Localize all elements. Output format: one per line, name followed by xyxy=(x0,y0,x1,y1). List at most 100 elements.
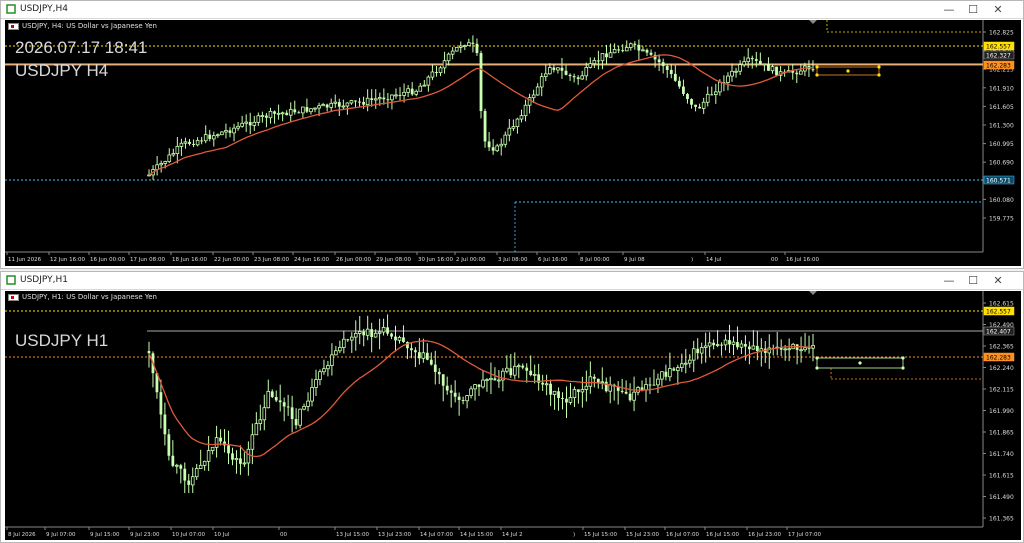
candle-body-bull xyxy=(288,108,293,116)
candle-body-bear xyxy=(648,384,652,386)
candle-body-bear xyxy=(807,347,811,349)
candle-body-bear xyxy=(509,368,513,376)
candle-body-bull xyxy=(397,337,402,341)
candle-body-bull xyxy=(580,389,585,393)
candle-body-bull xyxy=(258,419,263,424)
datetime-overlay: 2026.07.17 18:41 xyxy=(15,38,148,57)
candle-body-bull xyxy=(803,347,807,351)
candle-body-bear xyxy=(633,43,637,45)
candle-body-bull xyxy=(313,107,317,110)
bottom-chart-area[interactable]: 162.615 162.490 162.365 162.240 162.115 161.9… xyxy=(5,291,1021,540)
bottom-window-titlebar[interactable]: USDJPY,H1 — ☐ ✕ xyxy=(1,272,1023,290)
price-tick-label: 161.865 xyxy=(989,430,1014,437)
candle-body-bull xyxy=(301,106,305,114)
price-tick-label: 161.605 xyxy=(989,104,1014,111)
candle-body-bull xyxy=(183,141,188,144)
candle-body-bear xyxy=(652,384,656,386)
minimize-button[interactable]: — xyxy=(937,273,961,288)
candle-body-bear xyxy=(285,112,289,116)
candle-body-bull xyxy=(641,49,645,52)
candle-body-bear xyxy=(219,437,222,442)
candle-body-bear xyxy=(228,130,232,133)
time-tick-label: 15 Jul 23:00 xyxy=(626,532,659,538)
candle-body-bull xyxy=(224,130,228,133)
candle-body-bull xyxy=(469,388,473,397)
candle-body-bear xyxy=(736,342,739,348)
candle-body-bear xyxy=(811,69,815,71)
candle-body-bull xyxy=(349,336,354,341)
candle-body-bear xyxy=(557,391,560,398)
top-chart-window[interactable]: USDJPY,H4 — ☐ ✕ 162.825162.520162.215161… xyxy=(0,0,1024,269)
candle-body-bull xyxy=(206,450,211,462)
candle-body-bear xyxy=(394,336,397,341)
candle-body-bear xyxy=(297,112,301,114)
candle-body-bull xyxy=(668,368,672,378)
candle-body-bear xyxy=(564,70,568,75)
candle-body-bear xyxy=(561,397,564,399)
us-flag-icon xyxy=(8,294,19,301)
candle-body-bear xyxy=(565,398,568,403)
candle-body-bull xyxy=(715,344,720,347)
maximize-button[interactable]: ☐ xyxy=(961,2,985,17)
time-tick-label: 13 Jul 15:00 xyxy=(336,532,369,538)
top-chart-area[interactable]: 162.825162.520162.215161.910161.605161.3… xyxy=(5,20,1021,266)
close-button[interactable]: ✕ xyxy=(986,2,1010,17)
candle-body-bull xyxy=(202,460,207,466)
h1-price-chart[interactable]: 162.615162.490162.365162.240162.115161.9… xyxy=(5,291,1021,540)
time-tick-label: 26 Jun 00:00 xyxy=(336,257,371,263)
minimize-button[interactable]: — xyxy=(937,2,961,17)
candle-body-bull xyxy=(600,53,605,62)
chart-window-icon xyxy=(6,4,16,14)
candle-body-bull xyxy=(167,154,172,162)
price-tag-label: 162.557 xyxy=(986,309,1011,316)
time-tick-label: 17 Jun 08:00 xyxy=(130,257,165,263)
maximize-button[interactable]: ☐ xyxy=(961,273,985,288)
candle-body-bear xyxy=(677,80,681,87)
candle-body-bull xyxy=(481,379,485,388)
marker-dot xyxy=(846,69,850,73)
candle-body-bull xyxy=(322,368,326,373)
us-flag-icon xyxy=(8,23,19,30)
candle-body-bull xyxy=(462,45,467,48)
candle-body-bear xyxy=(596,60,600,62)
candle-body-bull xyxy=(260,115,265,117)
close-button[interactable]: ✕ xyxy=(986,273,1010,288)
h4-price-chart[interactable]: 162.825162.520162.215161.910161.605161.3… xyxy=(5,20,1021,266)
candle-body-bear xyxy=(471,42,475,44)
candle-body-bear xyxy=(337,102,341,107)
candle-body-bear xyxy=(449,390,453,393)
candle-body-bear xyxy=(628,393,632,401)
candle-body-bull xyxy=(321,104,325,107)
candle-body-bull xyxy=(746,57,751,63)
candle-body-bull xyxy=(232,127,236,134)
candle-body-bull xyxy=(250,434,255,450)
candle-body-bear xyxy=(414,350,417,353)
top-window-titlebar[interactable]: USDJPY,H4 — ☐ ✕ xyxy=(1,1,1023,19)
candle-body-bear xyxy=(273,111,276,114)
bottom-symbol-label: USDJPY H1 xyxy=(15,331,109,350)
candle-body-bear xyxy=(592,376,596,379)
time-tick-label: 29 Jun 08:00 xyxy=(376,257,411,263)
candle-body-bear xyxy=(596,378,600,383)
candle-body-bull xyxy=(310,387,314,402)
candle-body-bear xyxy=(187,480,191,485)
candle-body-bull xyxy=(531,94,536,99)
candle-body-bear xyxy=(200,140,204,142)
time-tick-label: 14 Jul xyxy=(706,257,722,263)
candle-body-bear xyxy=(183,468,187,481)
candle-body-bear xyxy=(370,329,374,338)
candle-body-bull xyxy=(495,145,500,152)
bottom-chart-window[interactable]: USDJPY,H1 — ☐ ✕ 162.615 162.490 162.365 162… xyxy=(0,271,1024,543)
price-tick-label: 161.990 xyxy=(989,408,1014,415)
time-tick-label: 16 Jun 00:00 xyxy=(90,257,125,263)
candle-body-bear xyxy=(604,381,608,392)
marker-dot xyxy=(815,356,819,360)
time-tick-label: 16 Jul 15:00 xyxy=(706,532,739,538)
candle-body-bull xyxy=(210,446,215,451)
candle-body-bull xyxy=(503,134,508,145)
price-tag-label: 160.571 xyxy=(986,178,1011,185)
candle-body-bear xyxy=(437,371,441,375)
candle-body-bear xyxy=(402,337,405,342)
time-tick-label: 18 Jun 16:00 xyxy=(172,257,207,263)
candle-body-bull xyxy=(171,153,176,156)
